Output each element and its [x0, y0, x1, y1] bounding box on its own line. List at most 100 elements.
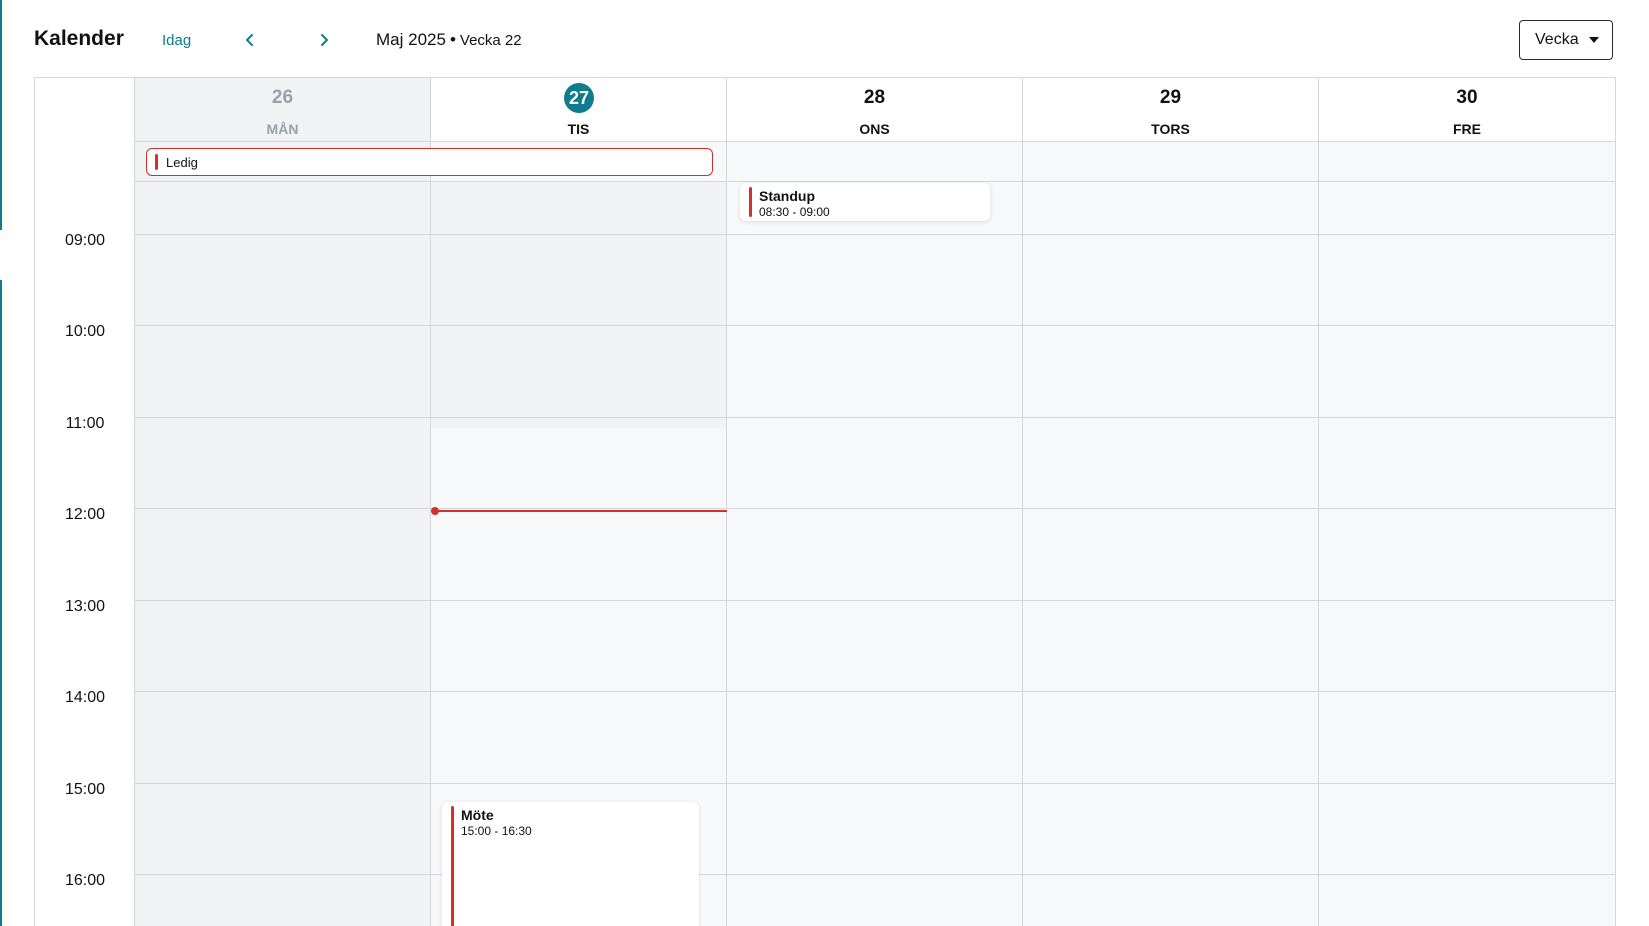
left-edge-accent [0, 280, 2, 926]
hour-line [1023, 234, 1318, 235]
hour-line [431, 508, 726, 509]
time-label: 12:00 [64, 506, 106, 523]
event-time: 08:30 - 09:00 [759, 205, 830, 219]
next-week-button[interactable] [310, 26, 338, 54]
time-label: 14:00 [64, 689, 106, 706]
day-name: ONS [859, 121, 890, 137]
hour-line [727, 783, 1022, 784]
hour-line [135, 600, 430, 601]
day-name: TORS [1151, 121, 1190, 137]
hour-line [1023, 508, 1318, 509]
time-label: 15:00 [64, 781, 106, 798]
hour-line [135, 783, 430, 784]
day-header[interactable]: 30 FRE [1319, 78, 1615, 142]
calendar-toolbar: Kalender Idag Maj 2025 • Vecka 22 Vecka [0, 0, 1649, 80]
event-color-bar [749, 187, 752, 217]
hour-line [1319, 600, 1615, 601]
event-title: Möte [461, 807, 494, 823]
time-slots[interactable] [727, 182, 1022, 926]
chevron-right-icon [321, 34, 328, 46]
day-header[interactable]: 27 TIS [431, 78, 726, 142]
past-hours-shade [431, 182, 726, 428]
hour-line [135, 691, 430, 692]
hour-line [1319, 417, 1615, 418]
event-mote[interactable]: Möte 15:00 - 16:30 [442, 802, 699, 926]
day-number: 26 [271, 87, 294, 108]
hour-line [431, 417, 726, 418]
event-color-bar [155, 154, 158, 170]
day-column-mon[interactable]: 26 MÅN [135, 78, 431, 926]
day-header[interactable]: 28 ONS [727, 78, 1022, 142]
day-number: 29 [1159, 87, 1182, 108]
hour-line [1319, 325, 1615, 326]
hour-line [431, 600, 726, 601]
day-name: FRE [1453, 121, 1481, 137]
event-title: Standup [759, 188, 815, 204]
hour-line [727, 325, 1022, 326]
day-name: TIS [567, 121, 590, 137]
week-label: Vecka 22 [459, 32, 522, 49]
hour-line [431, 783, 726, 784]
day-number: 28 [863, 87, 886, 108]
time-label: 09:00 [64, 232, 106, 249]
time-slots[interactable] [1319, 182, 1615, 926]
event-color-bar [451, 806, 454, 926]
hour-line [431, 325, 726, 326]
hour-line [727, 874, 1022, 875]
day-column-tue[interactable]: 27 TIS [431, 78, 727, 926]
hour-line [1319, 234, 1615, 235]
view-select[interactable]: Vecka [1519, 20, 1613, 60]
day-column-fri[interactable]: 30 FRE [1319, 78, 1615, 926]
hour-line [1023, 691, 1318, 692]
time-slots[interactable] [1023, 182, 1318, 926]
hour-line [431, 234, 726, 235]
time-gutter: 09:00 10:00 11:00 12:00 13:00 14:00 15:0… [35, 78, 135, 926]
today-number: 27 [564, 83, 594, 113]
time-label: 16:00 [64, 872, 106, 889]
hour-line [727, 417, 1022, 418]
previous-week-button[interactable] [236, 26, 264, 54]
event-standup[interactable]: Standup 08:30 - 09:00 [740, 183, 990, 221]
allday-slot[interactable] [1023, 142, 1318, 182]
hour-line [135, 417, 430, 418]
day-name: MÅN [266, 121, 299, 137]
hour-line [1023, 417, 1318, 418]
period-separator: • [449, 30, 456, 49]
event-time: 15:00 - 16:30 [461, 824, 532, 838]
hour-line [727, 691, 1022, 692]
today-button[interactable]: Idag [162, 32, 191, 49]
day-number: 30 [1456, 87, 1478, 108]
allday-slot[interactable] [727, 142, 1022, 182]
page-title: Kalender [34, 27, 124, 50]
hour-line [1023, 325, 1318, 326]
event-title: Ledig [166, 154, 198, 170]
time-label: 13:00 [64, 598, 106, 615]
period-heading: Maj 2025 • Vecka 22 [376, 30, 522, 50]
hour-line [727, 508, 1022, 509]
hour-line [135, 234, 430, 235]
allday-event-ledig[interactable]: Ledig [146, 148, 713, 176]
day-column-thu[interactable]: 29 TORS [1023, 78, 1319, 926]
hour-line [1319, 508, 1615, 509]
hour-line [135, 874, 430, 875]
day-header[interactable]: 29 TORS [1023, 78, 1318, 142]
time-label: 11:00 [65, 415, 105, 432]
hour-line [135, 508, 430, 509]
view-select-value: Vecka [1535, 31, 1579, 48]
hour-line [431, 691, 726, 692]
month-label: Maj 2025 [376, 30, 446, 49]
hour-line [1023, 874, 1318, 875]
allday-slot[interactable] [1319, 142, 1615, 182]
hour-line [1023, 783, 1318, 784]
current-time-line [432, 510, 727, 512]
current-time-dot [431, 507, 439, 515]
hour-line [1319, 783, 1615, 784]
caret-down-icon [1588, 37, 1599, 43]
hour-line [727, 234, 1022, 235]
hour-line [1319, 874, 1615, 875]
hour-line [1319, 691, 1615, 692]
hour-line [135, 325, 430, 326]
time-label: 10:00 [64, 323, 106, 340]
time-slots[interactable] [135, 182, 430, 926]
day-header[interactable]: 26 MÅN [135, 78, 430, 142]
